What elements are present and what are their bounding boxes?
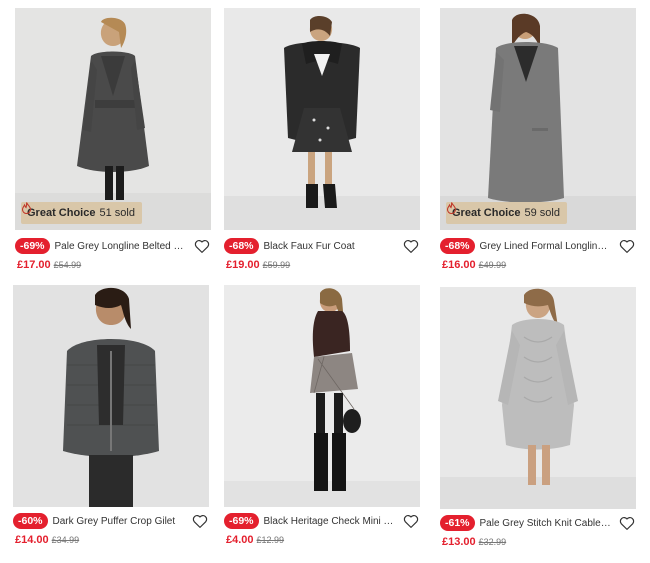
product-name[interactable]: Pale Grey Longline Belted Coat: [55, 241, 211, 252]
sale-price: £4.00: [226, 534, 254, 546]
original-price: £12.99: [256, 535, 285, 545]
original-price: £54.99: [53, 260, 82, 270]
original-price: £32.99: [478, 537, 507, 547]
wishlist-heart-icon[interactable]: [402, 237, 420, 255]
product-image[interactable]: Great Choice 59 sold: [440, 8, 636, 230]
discount-badge: -69%: [224, 513, 259, 529]
product-image[interactable]: [224, 8, 420, 230]
product-image[interactable]: [440, 287, 636, 509]
original-price: £49.99: [478, 260, 507, 270]
product-name[interactable]: Grey Lined Formal Longline Coat: [480, 241, 636, 252]
model-photo: [13, 285, 209, 507]
badge-sold-count: 51 sold: [99, 207, 135, 219]
discount-badge: -68%: [440, 238, 475, 254]
original-price: £59.99: [262, 260, 291, 270]
product-image[interactable]: Great Choice 51 sold: [15, 8, 211, 230]
product-name[interactable]: Dark Grey Puffer Crop Gilet: [53, 516, 209, 527]
product-name[interactable]: Black Faux Fur Coat: [264, 241, 420, 252]
product-name[interactable]: Black Heritage Check Mini Tube Skirt: [264, 516, 420, 527]
badge-sold-count: 59 sold: [524, 207, 560, 219]
wishlist-heart-icon[interactable]: [193, 237, 211, 255]
discount-badge: -60%: [13, 513, 48, 529]
price-row: £16.00 £49.99: [442, 259, 506, 271]
product-image[interactable]: [224, 285, 420, 507]
flame-icon: [446, 202, 457, 214]
wishlist-heart-icon[interactable]: [618, 514, 636, 532]
product-title-row: -60% Dark Grey Puffer Crop Gilet: [13, 511, 209, 531]
product-title-row: -68% Black Faux Fur Coat: [224, 236, 420, 256]
product-name[interactable]: Pale Grey Stitch Knit Cable Front Jumper…: [480, 518, 636, 529]
product-title-row: -69% Pale Grey Longline Belted Coat: [15, 236, 211, 256]
price-row: £17.00 £54.99: [17, 259, 81, 271]
wishlist-heart-icon[interactable]: [402, 512, 420, 530]
sale-price: £16.00: [442, 259, 476, 271]
wishlist-heart-icon[interactable]: [191, 512, 209, 530]
badge-title: Great Choice: [452, 207, 521, 219]
product-title-row: -69% Black Heritage Check Mini Tube Skir…: [224, 511, 420, 531]
sale-price: £19.00: [226, 259, 260, 271]
badge-title: Great Choice: [27, 207, 96, 219]
great-choice-badge: Great Choice 59 sold: [446, 202, 567, 224]
model-photo: [440, 287, 636, 509]
product-title-row: -61% Pale Grey Stitch Knit Cable Front J…: [440, 513, 636, 533]
flame-icon: [21, 202, 32, 214]
price-row: £19.00 £59.99: [226, 259, 290, 271]
model-photo: [224, 285, 420, 507]
product-image[interactable]: [13, 285, 209, 507]
model-photo: [15, 8, 211, 230]
original-price: £34.99: [51, 535, 80, 545]
great-choice-badge: Great Choice 51 sold: [21, 202, 142, 224]
model-photo: [440, 8, 636, 230]
price-row: £14.00 £34.99: [15, 534, 79, 546]
sale-price: £17.00: [17, 259, 51, 271]
discount-badge: -69%: [15, 238, 50, 254]
price-row: £13.00 £32.99: [442, 536, 506, 548]
discount-badge: -61%: [440, 515, 475, 531]
sale-price: £14.00: [15, 534, 49, 546]
price-row: £4.00 £12.99: [226, 534, 284, 546]
model-photo: [224, 8, 420, 230]
product-title-row: -68% Grey Lined Formal Longline Coat: [440, 236, 636, 256]
wishlist-heart-icon[interactable]: [618, 237, 636, 255]
discount-badge: -68%: [224, 238, 259, 254]
sale-price: £13.00: [442, 536, 476, 548]
